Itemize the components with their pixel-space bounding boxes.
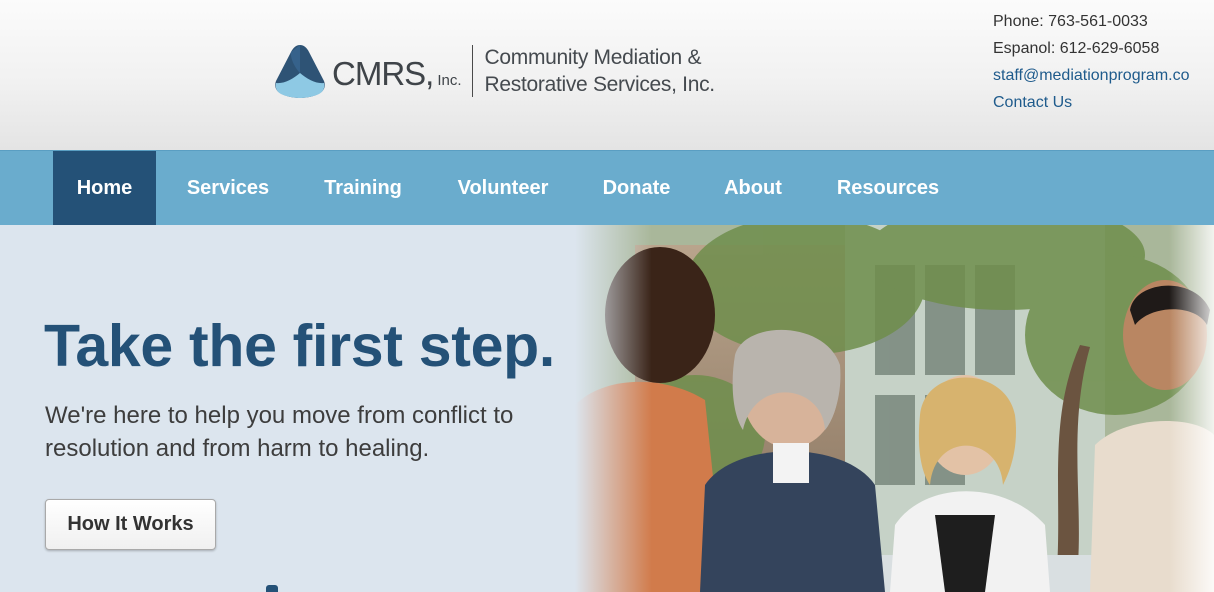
triangle-mark-icon <box>275 45 325 98</box>
nav-item-about[interactable]: About <box>709 151 797 226</box>
nav-item-home[interactable]: Home <box>53 151 156 226</box>
how-it-works-button[interactable]: How It Works <box>45 499 216 550</box>
brand-inc: Inc. <box>437 71 462 89</box>
nav-item-resources[interactable]: Resources <box>820 151 956 226</box>
hero-subtext: We're here to help you move from conflic… <box>45 402 514 462</box>
brand-full-name: Community Mediation & Restorative Servic… <box>484 44 716 98</box>
phone-number: Phone: 763-561-0033 <box>993 13 1148 30</box>
spanish-phone-number: Espanol: 612-629-6058 <box>993 40 1160 57</box>
hero-headline: Take the first step. <box>44 313 555 379</box>
hero-section: Take the first step. We're here to help … <box>0 225 1214 592</box>
partial-content-indicator <box>266 585 278 592</box>
brand-logo[interactable]: CMRS, Inc. Community Mediation & Restora… <box>274 42 715 100</box>
main-nav: Home Services Training Volunteer Donate … <box>0 150 1214 226</box>
nav-item-services[interactable]: Services <box>171 151 285 226</box>
brand-name-line-1: Community Mediation & <box>484 46 702 69</box>
nav-item-donate[interactable]: Donate <box>588 151 685 226</box>
brand-name-line-2: Restorative Services, Inc. <box>484 73 716 96</box>
contact-info: Phone: 763-561-0033 Espanol: 612-629-605… <box>993 8 1189 116</box>
brand-abbreviation: CMRS, <box>332 55 434 92</box>
site-header: CMRS, Inc. Community Mediation & Restora… <box>0 0 1214 150</box>
nav-item-volunteer[interactable]: Volunteer <box>440 151 566 226</box>
logo-divider <box>471 45 473 97</box>
hero-photo <box>575 225 1214 592</box>
contact-us-link[interactable]: Contact Us <box>993 89 1189 116</box>
nav-item-training[interactable]: Training <box>308 151 418 226</box>
email-link[interactable]: staff@mediationprogram.co <box>993 62 1189 89</box>
